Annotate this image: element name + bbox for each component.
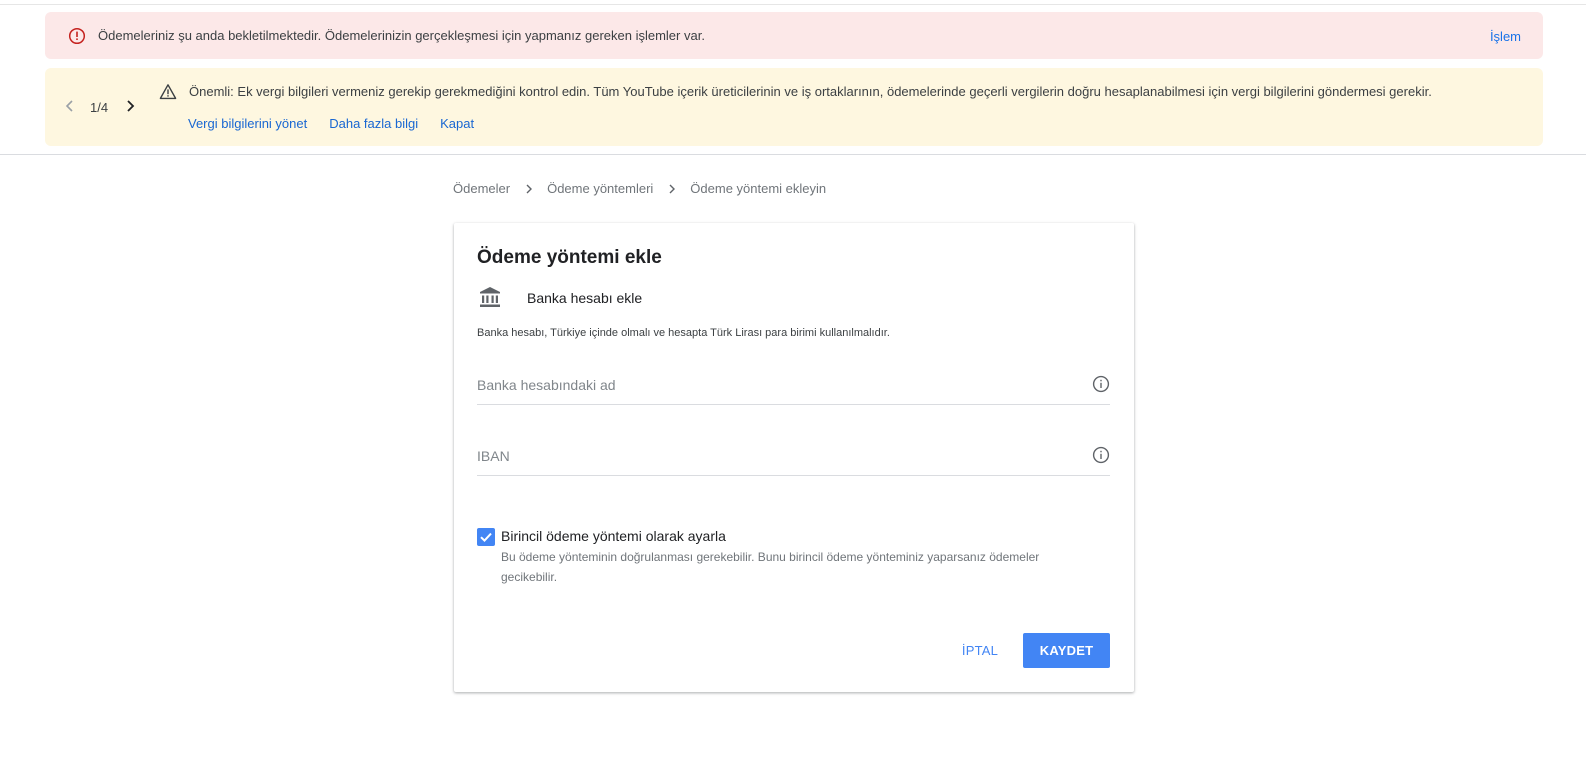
payment-hold-action-link[interactable]: İşlem (1490, 29, 1521, 44)
warning-triangle-icon (159, 84, 177, 100)
card-title: Ödeme yöntemi ekle (477, 247, 662, 268)
manage-tax-info-link[interactable]: Vergi bilgilerini yönet (188, 116, 307, 131)
primary-method-checkbox[interactable] (477, 528, 495, 546)
chevron-right-icon (669, 184, 676, 193)
cancel-button[interactable]: İPTAL (952, 633, 1008, 667)
learn-more-link[interactable]: Daha fazla bilgi (329, 116, 418, 131)
primary-method-label[interactable]: Birincil ödeme yöntemi olarak ayarla (501, 528, 726, 544)
breadcrumb: Ödemeler Ödeme yöntemleri Ödeme yöntemi … (453, 181, 826, 196)
banner-divider (0, 154, 1586, 155)
alert-pager: 1/4 (90, 100, 109, 115)
primary-method-help: Bu ödeme yönteminin doğrulanması gerekeb… (501, 550, 1040, 584)
tax-info-links: Vergi bilgilerini yönet Daha fazla bilgi… (188, 116, 474, 131)
top-divider (0, 4, 1586, 5)
chevron-left-icon[interactable] (63, 98, 77, 114)
bank-account-label: Banka hesabı ekle (527, 290, 643, 306)
breadcrumb-payment-methods[interactable]: Ödeme yöntemleri (547, 181, 653, 196)
tax-info-message: Önemli: Ek vergi bilgileri vermeniz gere… (189, 84, 1432, 99)
payment-hold-alert: Ödemeleriniz şu anda bekletilmektedir. Ö… (45, 12, 1543, 59)
tax-info-alert: 1/4 Önemli: Ek vergi bilgileri vermeniz … (45, 68, 1543, 146)
info-icon[interactable] (1092, 375, 1110, 393)
payment-hold-message: Ödemeleriniz şu anda bekletilmektedir. Ö… (98, 28, 705, 43)
save-button[interactable]: KAYDET (1023, 633, 1110, 668)
chevron-right-icon[interactable] (123, 98, 137, 114)
bank-account-note: Banka hesabı, Türkiye içinde olmalı ve h… (477, 327, 890, 339)
account-name-field (477, 365, 1110, 405)
checkmark-icon (480, 532, 492, 543)
add-payment-method-card: Ödeme yöntemi ekle Banka hesabı ekle Ban… (454, 223, 1134, 692)
breadcrumb-payments[interactable]: Ödemeler (453, 181, 510, 196)
info-icon[interactable] (1092, 446, 1110, 464)
breadcrumb-add-payment-method: Ödeme yöntemi ekleyin (690, 181, 827, 196)
iban-input[interactable] (477, 442, 1077, 470)
dismiss-link[interactable]: Kapat (440, 116, 474, 131)
bank-icon (480, 287, 500, 307)
chevron-right-icon (526, 184, 533, 193)
error-circle-icon (68, 27, 86, 45)
account-name-input[interactable] (477, 371, 1077, 399)
iban-field (477, 436, 1110, 476)
